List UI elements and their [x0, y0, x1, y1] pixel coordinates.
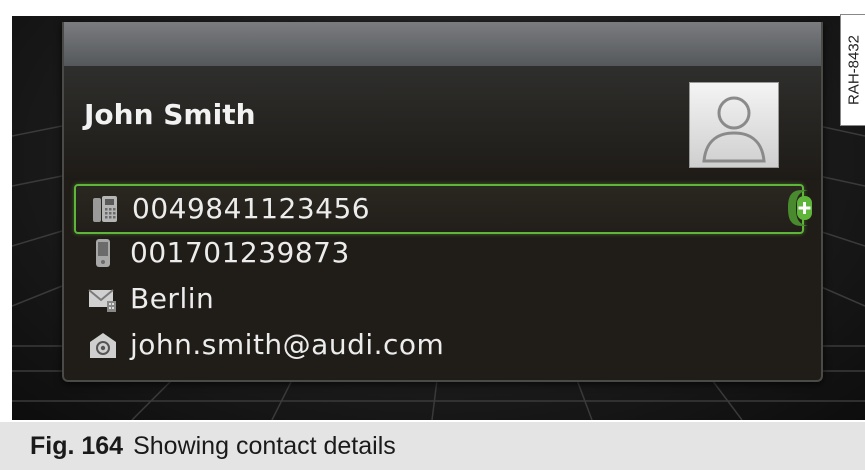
detail-row-mobile[interactable]: 001701239873: [74, 230, 800, 276]
plus-icon[interactable]: [786, 188, 816, 228]
email-address: john.smith@audi.com: [130, 328, 445, 361]
figure-caption-text: Showing contact details: [133, 432, 396, 460]
figure-code-watermark: RAH-8432: [840, 14, 865, 126]
mobile-phone-icon: [88, 238, 118, 268]
landline-phone-icon: [90, 194, 120, 224]
figure-number: Fig. 164: [30, 432, 124, 460]
address-city: Berlin: [130, 282, 215, 315]
person-silhouette-icon: [689, 82, 779, 168]
infotainment-screen: John Smith 0049841123456 001701239873 Be…: [12, 16, 865, 420]
card-title-bar: [64, 22, 821, 68]
email-icon: [88, 330, 118, 360]
detail-row-landline[interactable]: 0049841123456: [74, 184, 812, 234]
figure-caption: Fig. 164 Showing contact details: [30, 432, 396, 461]
landline-number: 0049841123456: [132, 192, 371, 225]
contact-name: John Smith: [84, 98, 256, 131]
contact-details-card: John Smith 0049841123456 001701239873 Be…: [62, 22, 823, 382]
detail-row-address[interactable]: Berlin: [74, 276, 800, 322]
mobile-number: 001701239873: [130, 236, 350, 269]
detail-row-email[interactable]: john.smith@audi.com: [74, 322, 800, 368]
address-envelope-icon: [88, 284, 118, 314]
figure-caption-bar: Fig. 164 Showing contact details: [0, 422, 865, 470]
contact-header: John Smith: [64, 68, 821, 180]
